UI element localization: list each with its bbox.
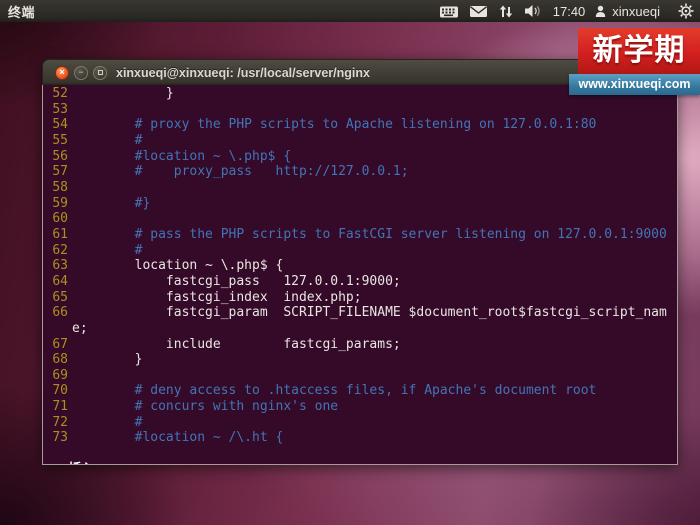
code-line: #location ~ \.php$ { (72, 148, 292, 164)
editor-row: 70 # deny access to .htaccess files, if … (43, 383, 677, 399)
code-line: } (72, 86, 174, 101)
editor-row: 65 fastcgi_index index.php; (43, 290, 677, 306)
terminal-content[interactable]: 52 } 53 54 # proxy the PHP scripts to Apac… (42, 85, 678, 465)
line-number: 53 (52, 101, 68, 117)
panel-app-title[interactable]: 终端 (8, 2, 35, 21)
line-number: 68 (52, 352, 68, 368)
line-number: 65 (52, 289, 68, 305)
user-icon[interactable] (595, 5, 606, 18)
system-tray: 17:40 xinxueqi (439, 3, 694, 19)
editor-row: 53 (43, 102, 677, 118)
code-line: include fastcgi_params; (72, 336, 401, 352)
code-line: # deny access to .htaccess files, if Apa… (72, 383, 597, 399)
editor-row: 55 # (43, 133, 677, 149)
maximize-button[interactable] (93, 65, 107, 80)
line-number: 70 (52, 383, 68, 399)
line-number: 62 (52, 242, 68, 258)
promo-banner-url: www.xinxueqi.com (569, 74, 700, 95)
code-line: # (72, 414, 143, 430)
vim-statusline: -- 插入 -- 63,10 54% (43, 446, 677, 464)
power-gear-icon[interactable] (678, 3, 694, 19)
code-line: fastcgi_index index.php; (72, 289, 362, 305)
close-button[interactable]: × (55, 65, 69, 80)
code-line: } (72, 352, 143, 368)
line-number: 69 (52, 367, 68, 383)
promo-banner: 新学期 www.xinxueqi.com (569, 28, 700, 95)
code-line: # (72, 242, 143, 258)
editor-row: 71 # concurs with nginx's one (43, 399, 677, 415)
line-number: 57 (52, 164, 68, 180)
code-line: e; (72, 320, 88, 336)
vim-mode-indicator: -- 插入 -- (45, 462, 118, 464)
line-number: 52 (52, 86, 68, 101)
code-line: #} (72, 195, 151, 211)
editor-row: 64 fastcgi_pass 127.0.0.1:9000; (43, 274, 677, 290)
line-number: 61 (52, 226, 68, 242)
editor-row: 66 fastcgi_param SCRIPT_FILENAME $docume… (43, 305, 677, 321)
editor-row: 56 #location ~ \.php$ { (43, 149, 677, 165)
top-panel: 终端 17:40 xinxueqi (0, 0, 700, 22)
promo-banner-title: 新学期 (578, 28, 700, 74)
editor-row: 58 (43, 180, 677, 196)
volume-icon[interactable] (524, 4, 543, 18)
code-line: # proxy_pass http://127.0.0.1; (72, 164, 409, 180)
line-number: 58 (52, 179, 68, 195)
editor-row: 62 # (43, 243, 677, 259)
line-number: 59 (52, 195, 68, 211)
editor-row: 72 # (43, 415, 677, 431)
username-label[interactable]: xinxueqi (612, 4, 660, 19)
line-number: 54 (52, 117, 68, 133)
editor-row: 61 # pass the PHP scripts to FastCGI ser… (43, 227, 677, 243)
updown-arrows-icon[interactable] (498, 4, 514, 19)
line-number: 56 (52, 148, 68, 164)
editor-row: 59 #} (43, 196, 677, 212)
line-number: 71 (52, 399, 68, 415)
line-number: 72 (52, 414, 68, 430)
line-number: 73 (52, 430, 68, 446)
line-number: 67 (52, 336, 68, 352)
editor-row: 60 (43, 211, 677, 227)
line-number: 55 (52, 132, 68, 148)
line-number: 64 (52, 273, 68, 289)
editor-row: 63 location ~ \.php$ { (43, 258, 677, 274)
editor-row: 54 # proxy the PHP scripts to Apache lis… (43, 117, 677, 133)
code-line: fastcgi_pass 127.0.0.1:9000; (72, 273, 401, 289)
line-number (43, 321, 68, 337)
editor-row: 73 #location ~ /\.ht { (43, 430, 677, 446)
code-line: location ~ \.php$ { (72, 258, 284, 274)
keyboard-icon[interactable] (439, 4, 459, 19)
code-line: #location ~ /\.ht { (72, 430, 284, 446)
editor-row: 68 } (43, 352, 677, 368)
maximize-icon (97, 70, 103, 75)
editor-row: 57 # proxy_pass http://127.0.0.1; (43, 164, 677, 180)
line-number: 66 (52, 305, 68, 321)
line-number: 63 (52, 258, 68, 274)
editor-row: 67 include fastcgi_params; (43, 337, 677, 353)
code-line: # pass the PHP scripts to FastCGI server… (72, 226, 667, 242)
code-line: # (72, 132, 143, 148)
window-title: xinxueqi@xinxueqi: /usr/local/server/ngi… (116, 65, 370, 80)
editor-row: e; (43, 321, 677, 337)
editor-rows: 52 } 53 54 # proxy the PHP scripts to Apac… (43, 86, 677, 446)
line-number: 60 (52, 211, 68, 227)
code-line: fastcgi_param SCRIPT_FILENAME $document_… (72, 305, 667, 321)
clock[interactable]: 17:40 (553, 4, 586, 19)
editor-row: 69 (43, 368, 677, 384)
mail-icon[interactable] (469, 4, 488, 18)
minimize-button[interactable]: − (74, 65, 88, 80)
code-line: # concurs with nginx's one (72, 399, 339, 415)
code-line: # proxy the PHP scripts to Apache listen… (72, 117, 597, 133)
terminal-window: × − xinxueqi@xinxueqi: /usr/local/server… (42, 59, 678, 465)
